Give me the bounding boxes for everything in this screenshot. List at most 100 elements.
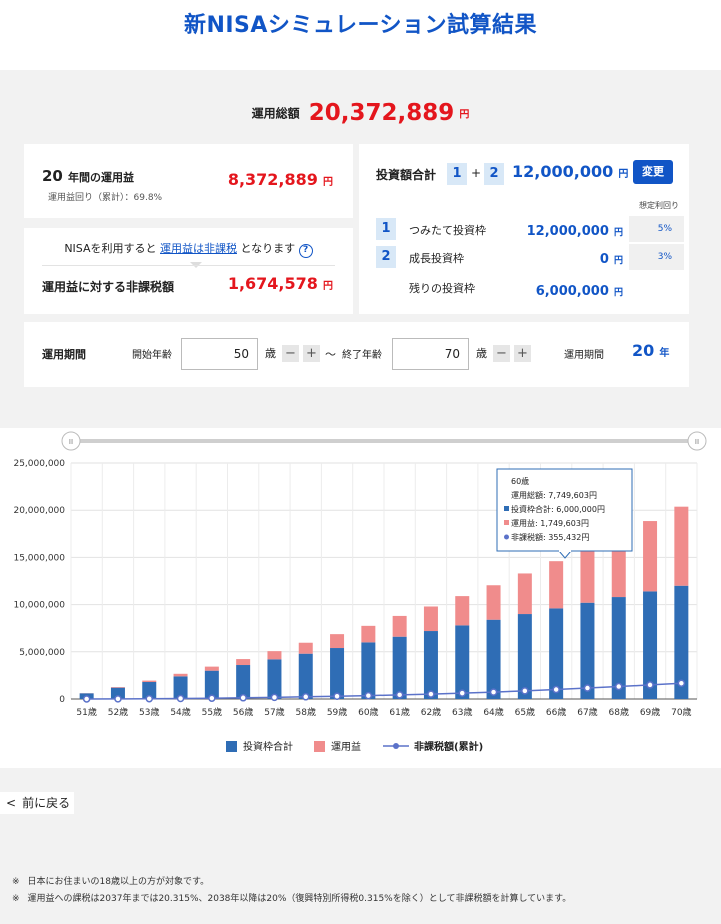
- bar-invest: [330, 648, 345, 699]
- end-age-input[interactable]: 70: [392, 338, 469, 370]
- row-num: 2: [376, 246, 396, 268]
- y-tick-label: 15,000,000: [13, 553, 65, 563]
- period-value: 20 年: [632, 341, 669, 360]
- bar-profit: [580, 547, 595, 603]
- profit-card: 20 年間の運用益 運用益回り（累計）：69.8% 8,372,889 円: [24, 144, 353, 218]
- bar-invest: [392, 636, 407, 699]
- legend-invest-swatch: [226, 741, 237, 752]
- chart-area: II II 0 5,000,000 10,000,000 15,000,000 20,000…: [0, 428, 721, 768]
- period-label: 運用期間: [42, 348, 86, 361]
- x-tick-label: 68歳: [609, 706, 629, 718]
- back-button[interactable]: < 前に戻る: [0, 792, 74, 814]
- tax-point: [114, 695, 122, 703]
- profit-years: 20: [42, 167, 63, 185]
- period-card: 運用期間 開始年齢 50 歳 − + 〜 終了年齢 70 歳 − + 運用期間 …: [24, 322, 689, 387]
- bar-profit: [173, 673, 188, 677]
- footnotes: ※ 日本にお住まいの18歳以上の方が対象です。 ※ 運用益への課税は2037年までは…: [12, 874, 571, 908]
- start-minus-button[interactable]: −: [282, 345, 299, 362]
- bar-invest: [517, 614, 532, 699]
- plus-sign: +: [471, 166, 482, 180]
- bar-invest: [298, 653, 313, 699]
- rate-header: 想定利回り: [639, 201, 679, 210]
- row-unit: 円: [613, 228, 623, 238]
- tooltip-invest-swatch: [504, 506, 509, 511]
- row-rate: 5%: [629, 216, 684, 242]
- tax-point: [677, 679, 686, 687]
- row-name: 成長投資枠: [409, 252, 464, 265]
- tax-point: [552, 685, 560, 694]
- x-tick-label: 52歳: [108, 706, 128, 718]
- x-tick-label: 70歳: [671, 706, 691, 718]
- bar-profit: [236, 659, 251, 666]
- x-tick-label: 63歳: [452, 706, 472, 718]
- row-rate: 3%: [629, 244, 684, 270]
- investment-row: 1 つみたて投資枠 12,000,000 円 5%: [359, 216, 689, 242]
- bar-profit: [204, 666, 219, 671]
- investment-value: 12,000,000: [512, 162, 614, 181]
- tax-note-link[interactable]: 運用益は非課税: [160, 242, 237, 255]
- bar-invest: [361, 642, 376, 699]
- start-age-label: 開始年齢: [132, 350, 172, 361]
- tax-point: [646, 681, 654, 689]
- bar-invest: [455, 625, 470, 699]
- total-value: 20,372,889: [308, 100, 455, 126]
- bar-invest: [423, 631, 438, 699]
- tooltip-invest: 投資枠合計: 6,000,000円: [511, 504, 605, 514]
- profit-amount: 8,372,889 円: [228, 170, 333, 189]
- bar-profit: [423, 606, 438, 632]
- x-tick-label: 66歳: [546, 706, 566, 718]
- row-name: つみたて投資枠: [409, 224, 486, 237]
- profit-value: 8,372,889: [227, 170, 318, 189]
- tax-point: [489, 688, 498, 696]
- bar-invest: [267, 659, 282, 699]
- profit-unit: 円: [323, 177, 333, 188]
- row-value: 0: [599, 252, 609, 267]
- x-tick-label: 59歳: [327, 706, 347, 718]
- slider-grip-icon: II: [69, 438, 73, 446]
- legend-tax: 非課税額(累計): [414, 740, 483, 753]
- x-tick-label: 64歳: [483, 706, 503, 718]
- footnote-text: 運用益への課税は2037年までは20.315%、2038年以降は20%（復興特別…: [27, 894, 572, 904]
- tax-label: 運用益に対する非課税額: [42, 280, 175, 294]
- change-button[interactable]: 変更: [633, 160, 673, 184]
- row-value: 12,000,000: [526, 224, 609, 239]
- bar-invest: [549, 608, 564, 699]
- total-unit: 円: [459, 109, 470, 121]
- tax-point: [239, 694, 247, 702]
- x-tick-label: 56歳: [233, 706, 253, 718]
- tax-point: [521, 687, 529, 695]
- x-tick-label: 55歳: [202, 706, 222, 718]
- slider-grip-icon: II: [695, 438, 699, 446]
- x-tick-label: 51歳: [76, 706, 96, 718]
- bar-profit: [517, 573, 532, 615]
- chevron-left-icon: <: [6, 796, 17, 810]
- tax-point: [583, 684, 592, 692]
- footnote-mark: ※: [12, 894, 20, 904]
- tooltip-pointer-mask: [559, 550, 571, 552]
- x-tick-label: 58歳: [296, 706, 316, 718]
- y-tick-label: 20,000,000: [13, 506, 65, 516]
- tooltip-total: 運用総額: 7,749,603円: [511, 490, 597, 500]
- remaining-amount: 6,000,000 円: [536, 280, 623, 299]
- profit-heading: 20 年間の運用益: [42, 166, 134, 185]
- bar-profit: [486, 585, 501, 620]
- bar-profit: [549, 561, 564, 609]
- header: 新NISAシミュレーション試算結果: [0, 0, 721, 70]
- x-tick-label: 60歳: [358, 706, 378, 718]
- footnote: ※ 運用益への課税は2037年までは20.315%、2038年以降は20%（復興特…: [12, 891, 571, 908]
- start-plus-button[interactable]: +: [303, 345, 320, 362]
- row-amount: 0 円: [600, 248, 623, 267]
- end-plus-button[interactable]: +: [514, 345, 531, 362]
- start-age-unit: 歳: [265, 347, 276, 360]
- row-num: 1: [376, 218, 396, 240]
- remaining-label: 残りの投資枠: [409, 282, 475, 295]
- tax-value: 1,674,578: [227, 274, 318, 293]
- bar-invest: [486, 619, 501, 699]
- y-tick-label: 10,000,000: [13, 601, 65, 611]
- period-value-label: 運用期間: [564, 350, 604, 361]
- tooltip-title: 60歳: [511, 476, 529, 486]
- end-minus-button[interactable]: −: [493, 345, 510, 362]
- tax-point: [145, 694, 153, 703]
- start-age-input[interactable]: 50: [181, 338, 258, 370]
- help-icon[interactable]: ?: [298, 244, 313, 258]
